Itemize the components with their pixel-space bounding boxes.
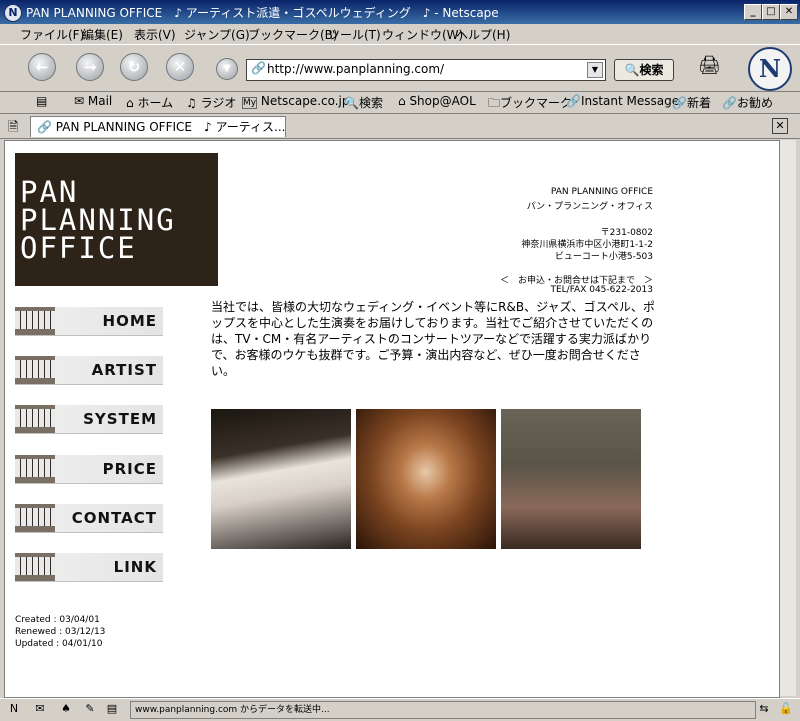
url-input[interactable]: [267, 61, 579, 77]
toolbar-instant-message[interactable]: 🔗Instant Message: [566, 94, 679, 108]
dinner-event-photo: [501, 409, 641, 549]
intro-text: 当社では、皆様の大切なウェディング・イベント等にR&B、ジャズ、ゴスペル、ポップ…: [211, 300, 655, 378]
menu-tools[interactable]: ツール(T): [328, 26, 381, 43]
toolbar-recommend[interactable]: 🔗お勧め: [722, 94, 773, 111]
url-bar[interactable]: 🔗 ▼: [246, 59, 606, 81]
tab-link-icon: 🔗: [37, 120, 56, 134]
page-content: PAN PLANNING OFFICE PAN PLANNING OFFICE …: [4, 140, 780, 698]
vertical-scrollbar[interactable]: [780, 140, 796, 696]
address-book-icon[interactable]: ▤: [104, 702, 120, 716]
toolbar-bookmarks[interactable]: 🗀ブックマーク: [488, 94, 572, 115]
search-button-label: 検索: [639, 63, 664, 77]
toolbar-menu-icon[interactable]: ▤: [36, 94, 47, 108]
search-button[interactable]: 🔍検索: [614, 59, 674, 81]
netscape-app-icon: N: [4, 4, 22, 22]
nav-price[interactable]: PRICE: [15, 455, 163, 484]
nav-link[interactable]: LINK: [15, 553, 163, 582]
menu-edit[interactable]: 編集(E): [82, 26, 123, 43]
piano-keys-icon: [15, 557, 55, 575]
menu-bookmarks[interactable]: ブックマーク(B): [248, 26, 338, 43]
reload-button[interactable]: ↻: [120, 53, 148, 81]
stop-button[interactable]: ✕: [166, 53, 194, 81]
mail-icon[interactable]: ✉: [32, 702, 48, 716]
navigation-toolbar: ← → ↻ ✕ ▼ 🔗 ▼ 🔍検索 🖨 N: [0, 44, 800, 92]
singer-photo: [356, 409, 496, 549]
performers-photo: [211, 409, 351, 549]
address-line-2: ビューコート小港5-503: [554, 252, 653, 262]
toolbar-home[interactable]: ⌂ ホーム: [126, 94, 173, 111]
toolbar-search[interactable]: 🔍検索: [344, 94, 383, 111]
maximize-button[interactable]: □: [762, 4, 780, 20]
print-icon[interactable]: 🖨: [698, 55, 724, 77]
forward-button[interactable]: →: [76, 53, 104, 81]
toolbar-radio[interactable]: ♫ ラジオ: [186, 94, 236, 111]
search-icon: 🔍: [624, 63, 640, 77]
renewed-date: Renewed : 03/12/13: [15, 627, 106, 637]
bookmark-link-icon: 🔗: [566, 94, 581, 108]
folder-icon: 🗀: [488, 96, 501, 110]
mail-icon: ✉: [74, 94, 88, 108]
composer-icon[interactable]: ✎: [82, 702, 98, 716]
menu-view[interactable]: 表示(V): [134, 26, 176, 43]
menu-go[interactable]: ジャンプ(G): [184, 26, 250, 43]
bookmark-link-icon: 🔗: [672, 96, 687, 110]
close-tab-icon[interactable]: ✕: [772, 118, 788, 134]
piano-keys-icon: [15, 508, 55, 526]
nav-contact[interactable]: CONTACT: [15, 504, 163, 533]
tab-bar: 🗎 🔗 PAN PLANNING OFFICE ♪ アーティス... ✕: [0, 114, 800, 139]
menu-help[interactable]: ヘルプ(H): [456, 26, 510, 43]
created-date: Created : 03/04/01: [15, 615, 100, 625]
status-bar: N ✉ ♠ ✎ ▤ www.panplanning.com からデータを転送中.…: [0, 698, 800, 721]
navigator-icon[interactable]: N: [6, 702, 22, 716]
toolbar-netscape-jp[interactable]: My Netscape.co.jp: [242, 94, 350, 109]
shop-icon: ⌂: [398, 94, 410, 108]
menu-file[interactable]: ファイル(F): [20, 26, 84, 43]
security-lock-icon: 🔓: [779, 702, 793, 715]
my-icon: My: [242, 97, 258, 109]
updated-date: Updated : 04/01/10: [15, 639, 103, 649]
nav-system[interactable]: SYSTEM: [15, 405, 163, 434]
menu-window[interactable]: ウィンドウ(W): [382, 26, 463, 43]
nav-artist[interactable]: ARTIST: [15, 356, 163, 385]
logo-line-3: OFFICE: [20, 231, 137, 265]
personal-toolbar: ▤ ✉ Mail ⌂ ホーム ♫ ラジオ My Netscape.co.jp 🔍…: [0, 91, 800, 114]
bookmark-link-icon: 🔗: [722, 96, 737, 110]
menu-bar: ファイル(F) 編集(E) 表示(V) ジャンプ(G) ブックマーク(B) ツー…: [0, 24, 800, 44]
status-text: www.panplanning.com からデータを転送中...: [130, 701, 756, 719]
piano-keys-icon: [15, 459, 55, 477]
magnifier-icon: 🔍: [344, 96, 359, 110]
title-bar: N PAN PLANNING OFFICE ♪ アーティスト派遣・ゴスペルウェデ…: [0, 0, 800, 24]
piano-keys-icon: [15, 360, 55, 378]
url-history-button[interactable]: ▼: [216, 58, 238, 80]
piano-keys-icon: [15, 409, 55, 427]
tab-pan-planning[interactable]: 🔗 PAN PLANNING OFFICE ♪ アーティス...: [30, 116, 286, 137]
back-button[interactable]: ←: [28, 53, 56, 81]
toolbar-shop-aol[interactable]: ⌂ Shop@AOL: [398, 94, 476, 108]
tel-fax: TEL/FAX 045-622-2013: [550, 285, 653, 295]
company-name-ja: パン・プランニング・オフィス: [526, 202, 653, 212]
pan-planning-logo[interactable]: PAN PLANNING OFFICE: [15, 153, 218, 286]
piano-keys-icon: [15, 311, 55, 329]
online-status-icon[interactable]: ⇆: [756, 702, 772, 716]
company-name-en: PAN PLANNING OFFICE: [550, 187, 653, 197]
headphones-icon: ♫: [186, 96, 201, 110]
page-proxy-icon: 🔗: [251, 61, 266, 75]
window-title: PAN PLANNING OFFICE ♪ アーティスト派遣・ゴスペルウェディン…: [26, 6, 499, 20]
toolbar-mail[interactable]: ✉ Mail: [74, 94, 112, 108]
netscape-logo[interactable]: N: [748, 47, 792, 91]
nav-home[interactable]: HOME: [15, 307, 163, 336]
url-dropdown-icon[interactable]: ▼: [587, 62, 603, 78]
minimize-button[interactable]: _: [744, 4, 762, 20]
toolbar-new[interactable]: 🔗新着: [672, 94, 711, 111]
aim-icon[interactable]: ♠: [58, 702, 74, 716]
new-tab-icon[interactable]: 🗎: [8, 118, 24, 135]
close-button[interactable]: ✕: [780, 4, 798, 20]
home-icon: ⌂: [126, 96, 138, 110]
